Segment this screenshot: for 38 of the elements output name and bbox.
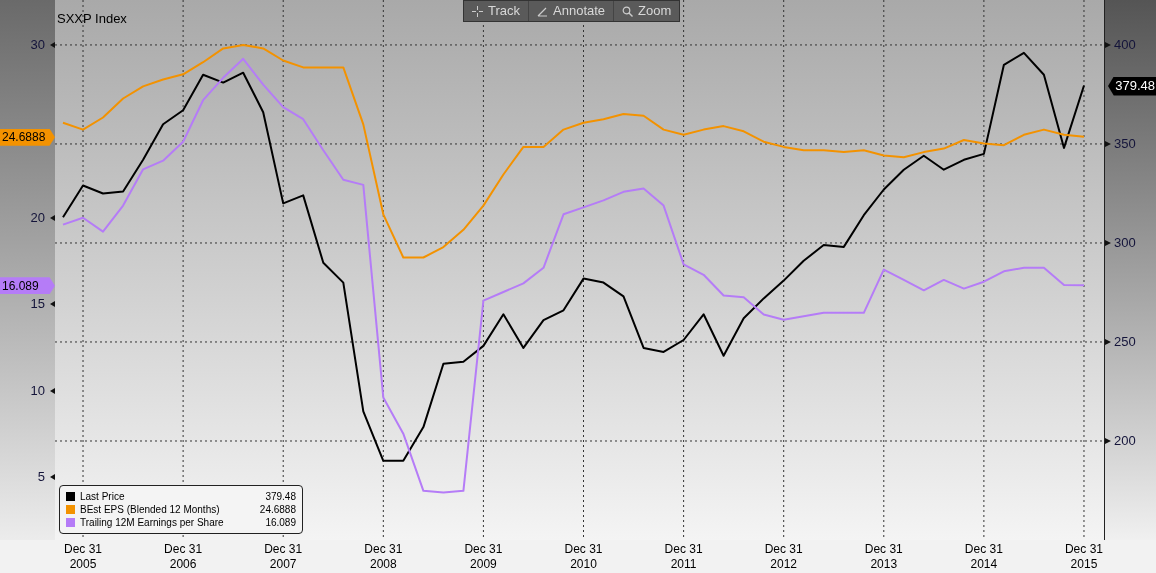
- toolbar-button[interactable]: Zoom: [614, 1, 680, 21]
- axis-tick-label: 200: [1114, 434, 1136, 447]
- chart-title: SXXP Index: [57, 10, 127, 28]
- toolbar-button[interactable]: Track: [464, 1, 530, 21]
- search-icon: [622, 5, 634, 17]
- toolbar-button[interactable]: Annotate: [529, 1, 615, 21]
- crosshair-icon: [472, 5, 483, 17]
- legend-value: 16.089: [265, 517, 296, 528]
- axis-tick-label: Dec 31 2007: [263, 542, 304, 572]
- axis-tick-label: Dec 31 2015: [1063, 542, 1104, 572]
- axis-tick-label: 350: [1114, 136, 1136, 150]
- tick-marker-icon: [1105, 438, 1111, 444]
- axis-tick-label: Dec 31 2012: [763, 542, 804, 572]
- axis-tick-label: 30: [30, 37, 45, 51]
- axis-tick-label: 5: [37, 469, 45, 483]
- legend-label: Last Price: [80, 491, 126, 502]
- axis-tick-label: Dec 31 2014: [963, 542, 1004, 572]
- legend-value: 379.48: [265, 491, 296, 502]
- axis-tick-label: Dec 31 2006: [163, 542, 204, 572]
- pencil-icon: [537, 5, 549, 17]
- axis-tick-label: Dec 31 2005: [63, 542, 104, 572]
- axis-tick-label: Dec 31 2010: [563, 542, 604, 572]
- axis-tick-label: 15: [30, 297, 45, 311]
- axis-tick-label: 400: [1114, 37, 1136, 51]
- axis-tick-label: Dec 31 2009: [463, 542, 504, 572]
- axis-tick-label: Dec 31 2011: [663, 542, 704, 572]
- value-tag: 24.6888: [0, 128, 55, 146]
- axis-tick-label: 250: [1114, 334, 1136, 348]
- axis-tick-label: 300: [1114, 235, 1136, 249]
- axis-tick-label: Dec 31 2008: [363, 542, 404, 572]
- axis-tick-label: Dec 31 2013: [863, 542, 904, 572]
- legend-label: BEst EPS (Blended 12 Months): [80, 504, 221, 515]
- axis-tick-label: 10: [30, 383, 45, 397]
- legend-value: 24.6888: [259, 504, 296, 515]
- axis-tick-label: 20: [30, 210, 45, 224]
- value-tag: 16.089: [0, 277, 55, 295]
- legend-label: Trailing 12M Earnings per Share: [80, 517, 225, 528]
- value-tag: 379.48: [1108, 76, 1156, 96]
